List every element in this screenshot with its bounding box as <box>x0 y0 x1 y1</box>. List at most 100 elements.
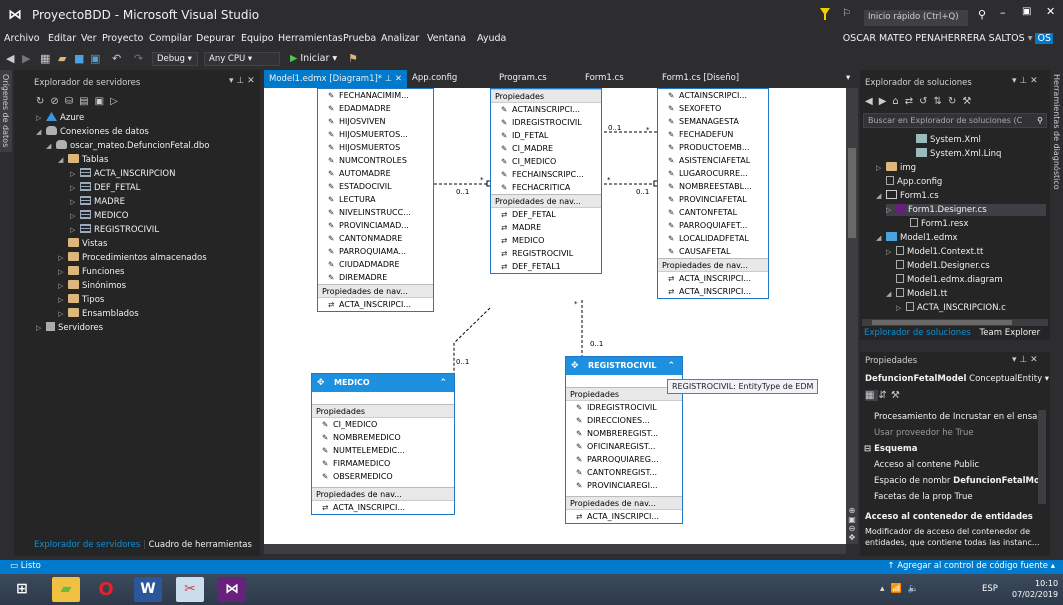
tree-item-reference[interactable]: System.Xml.Linq <box>916 148 1001 160</box>
tab-form1-cs[interactable]: Form1.cs <box>585 73 624 83</box>
switch-views-icon[interactable]: ⇄ <box>905 96 919 107</box>
entity-property[interactable]: ⇄ ACTA_INSCRIPCI... <box>658 272 768 285</box>
tab-team-explorer[interactable]: Team Explorer <box>980 328 1041 338</box>
redo-icon[interactable]: ↷ <box>134 52 143 65</box>
properties-scrollbar[interactable] <box>1038 410 1046 504</box>
entity-property[interactable]: ✎ CI_MEDICO <box>312 418 454 431</box>
collapse-icon[interactable]: ⌃ <box>667 357 675 375</box>
search-icon[interactable]: ⚲ <box>978 8 986 21</box>
entity-property[interactable]: ✎ CAUSAFETAL <box>658 245 768 258</box>
pan-icon[interactable]: ✥ <box>846 533 858 542</box>
menu-ventana[interactable]: Ventana <box>427 33 466 44</box>
tree-item-table[interactable]: ▷ ACTA_INSCRIPCION <box>70 168 175 180</box>
menu-editar[interactable]: Editar <box>48 33 76 44</box>
entity-property[interactable]: ✎ LOCALIDADFETAL <box>658 232 768 245</box>
entity-property[interactable]: ✎ CANTONREGIST... <box>566 466 682 479</box>
entity-property[interactable]: ✎ HIJOSMUERTOS <box>318 141 433 154</box>
tree-item-table[interactable]: ▷ DEF_FETAL <box>70 182 140 194</box>
entity-property[interactable]: ✎ CIUDADMADRE <box>318 258 433 271</box>
tab-program-cs[interactable]: Program.cs <box>499 73 547 83</box>
tree-item-file[interactable]: Form1.resx <box>910 218 969 230</box>
entity-property[interactable]: ✎ PARROQUIAMA... <box>318 245 433 258</box>
entity-property[interactable]: ✎ OBSERMEDICO <box>312 470 454 483</box>
entity-property[interactable]: ✎ PROVINCIAMAD... <box>318 219 433 232</box>
data-sources-tab[interactable]: Orígenes de datos <box>0 70 12 152</box>
tree-item-synonyms[interactable]: ▷ Sinónimos <box>58 280 126 292</box>
entity-property[interactable]: ✎ CI_MADRE <box>491 142 601 155</box>
windows-start-icon[interactable]: ⊞ <box>8 577 36 602</box>
menu-ayuda[interactable]: Ayuda <box>477 33 506 44</box>
zoom-in-icon[interactable]: ⊕ <box>846 506 858 515</box>
entity-property[interactable]: ✎ CANTONFETAL <box>658 206 768 219</box>
connect-server-icon[interactable]: ▤ <box>79 96 94 107</box>
entity-property[interactable]: ⇄ DEF_FETAL <box>491 208 601 221</box>
entity-property[interactable]: ✎ FECHANACIMIM... <box>318 89 433 102</box>
tree-item-file[interactable]: ▷ ACTA_INSCRIPCION.c <box>896 302 1006 314</box>
navigation-properties-header[interactable]: Propiedades de nav... <box>312 487 454 501</box>
entity-property[interactable]: ✎ NIVELINSTRUCC... <box>318 206 433 219</box>
file-explorer-icon[interactable]: ▰ <box>52 577 80 602</box>
tree-item-table[interactable]: ▷ MEDICO <box>70 210 128 222</box>
tab-solution-explorer[interactable]: Explorador de soluciones <box>864 328 971 338</box>
hot-reload-icon[interactable]: ⚑ <box>348 52 358 65</box>
input-language[interactable]: ESP <box>982 584 998 594</box>
solution-horizontal-scrollbar[interactable] <box>862 319 1048 326</box>
entity-property[interactable]: ✎ IDREGISTROCIVIL <box>566 401 682 414</box>
entity-property[interactable]: ⇄ MEDICO <box>491 234 601 247</box>
entity-property[interactable]: ✎ NUMCONTROLES <box>318 154 433 167</box>
entity-madre[interactable]: ✎ FECHANACIMIM... ✎ EDADMADRE ✎ HIJOSVIVEN ✎ HI… <box>317 88 434 312</box>
diagram-vertical-scrollbar[interactable] <box>846 88 858 544</box>
minimize-button[interactable]: – <box>1000 6 1006 19</box>
taskbar-clock[interactable]: 10:10 07/02/2019 <box>1012 578 1058 600</box>
property-row[interactable]: Acceso al contene Public <box>874 460 979 470</box>
entity-property[interactable]: ✎ SEXOFETO <box>658 102 768 115</box>
back-icon[interactable]: ◀ <box>865 96 879 107</box>
scrollbar-thumb[interactable] <box>848 148 856 238</box>
property-row[interactable]: Usar proveedor he True <box>874 428 974 438</box>
navigation-properties-header[interactable]: Propiedades de nav... <box>658 258 768 272</box>
forward-icon[interactable]: ▶ <box>879 96 893 107</box>
entity-property[interactable]: ✎ HIJOSMUERTOS... <box>318 128 433 141</box>
tab-form1-design[interactable]: Form1.cs [Diseño] <box>662 73 739 83</box>
navigation-properties-header[interactable]: Propiedades de nav... <box>318 284 433 298</box>
entity-property[interactable]: ✎ LECTURA <box>318 193 433 206</box>
properties-header[interactable]: Propiedades <box>312 404 454 418</box>
tree-item-file[interactable]: Model1.edmx.diagram <box>896 274 1003 286</box>
add-to-source-control[interactable]: ↑ Agregar al control de código fuente ▴ <box>887 561 1055 571</box>
tree-item-file[interactable]: Model1.Designer.cs <box>896 260 990 272</box>
entity-property[interactable]: ✎ DIREMADRE <box>318 271 433 284</box>
quick-launch-input[interactable]: Inicio rápido (Ctrl+Q) <box>864 10 968 26</box>
tree-item-tables[interactable]: ◢ Tablas <box>58 154 108 166</box>
property-row[interactable]: Facetas de la prop True <box>874 492 973 502</box>
tab-server-explorer[interactable]: Explorador de servidores <box>34 540 140 550</box>
menu-prueba[interactable]: Prueba <box>343 33 376 44</box>
entity-property[interactable]: ✎ AUTOMADRE <box>318 167 433 180</box>
diagram-horizontal-scrollbar[interactable] <box>264 544 846 554</box>
menu-proyecto[interactable]: Proyecto <box>102 33 143 44</box>
entity-property[interactable]: ✎ OFICINAREGIST... <box>566 440 682 453</box>
filter-icon[interactable] <box>820 8 830 20</box>
stop-icon[interactable]: ⊘ <box>50 96 64 107</box>
tree-item-edmx[interactable]: ◢ Model1.edmx <box>876 232 958 244</box>
entity-property[interactable]: ⇄ DEF_FETAL1 <box>491 260 601 273</box>
tree-item-assemblies[interactable]: ▷ Ensamblados <box>58 308 139 320</box>
entity-property[interactable]: ✎ FIRMAMEDICO <box>312 457 454 470</box>
tree-item-procedures[interactable]: ▷ Procedimientos almacenados <box>58 252 207 264</box>
new-project-icon[interactable]: ▦ <box>40 52 50 65</box>
feedback-icon[interactable]: ⚐ <box>842 8 851 19</box>
close-tab-icon[interactable]: ✕ <box>395 74 402 84</box>
azure-icon[interactable]: ▷ <box>110 96 124 107</box>
entity-property[interactable]: ✎ NOMBREESTABL... <box>658 180 768 193</box>
entity-property[interactable]: ⇄ ACTA_INSCRIPCI... <box>312 501 454 514</box>
sharepoint-icon[interactable]: ▣ <box>95 96 110 107</box>
tab-toolbox[interactable]: Cuadro de herramientas <box>149 540 252 550</box>
entity-property[interactable]: ✎ FECHACRITICA <box>491 181 601 194</box>
open-folder-icon[interactable]: ▰ <box>58 52 66 65</box>
tree-item-folder[interactable]: ▷ img <box>876 162 916 174</box>
forward-icon[interactable]: ▶ <box>22 52 30 65</box>
menu-equipo[interactable]: Equipo <box>241 33 274 44</box>
entity-medico[interactable]: ✥ MEDICO ⌃ Propiedades ✎ CI_MEDICO ✎ NOMBREME… <box>311 373 455 515</box>
properties-header[interactable]: Propiedades <box>566 387 682 401</box>
menu-archivo[interactable]: Archivo <box>4 33 40 44</box>
property-pages-icon[interactable]: ⚒ <box>891 390 904 401</box>
